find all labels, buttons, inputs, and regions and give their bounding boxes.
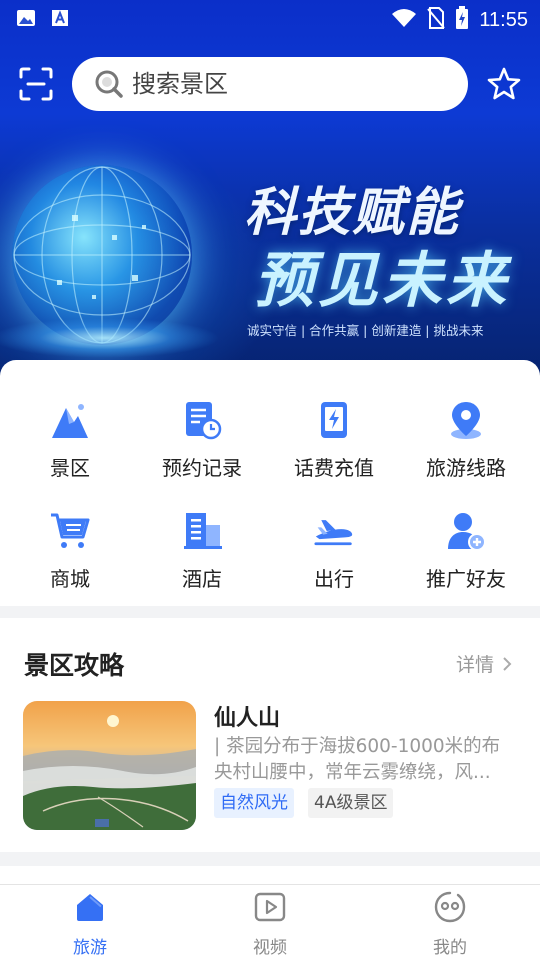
scenic-card-image[interactable] xyxy=(23,701,196,830)
section-divider xyxy=(0,852,540,866)
tag-rating: 4A级景区 xyxy=(308,788,394,818)
hotel-icon xyxy=(182,511,222,551)
profile-face-icon xyxy=(434,891,466,923)
tab-label: 旅游 xyxy=(73,938,107,958)
wifi-icon xyxy=(391,8,417,32)
menu-item-invite[interactable]: 推广好友 xyxy=(401,511,531,611)
tab-video[interactable]: 视频 xyxy=(210,891,330,958)
details-label: 详情 xyxy=(455,654,494,676)
menu-item-mall[interactable]: 商城 xyxy=(5,511,135,611)
globe-halo xyxy=(0,318,220,358)
battery-icon xyxy=(455,6,469,34)
tab-label: 我的 xyxy=(433,938,467,958)
add-friend-icon xyxy=(446,511,486,551)
tab-travel[interactable]: 旅游 xyxy=(30,891,150,958)
tag-nature: 自然风光 xyxy=(214,788,294,818)
next-section-edge xyxy=(0,866,540,886)
booking-record-icon xyxy=(182,400,222,440)
search-bar[interactable] xyxy=(72,57,468,111)
clock: 11:55 xyxy=(479,8,528,31)
scan-button[interactable] xyxy=(18,66,54,102)
search-icon xyxy=(95,70,123,98)
banner-slogan: 预见未来 xyxy=(254,246,510,316)
bottom-tab-bar: 旅游 视频 我的 xyxy=(0,884,540,960)
scenic-name[interactable]: 仙人山 xyxy=(214,700,280,732)
menu-item-booking[interactable]: 预约记录 xyxy=(137,400,267,500)
shopping-cart-icon xyxy=(50,511,90,551)
app-notification-icon xyxy=(50,8,70,28)
home-icon xyxy=(74,891,106,923)
menu-item-travel[interactable]: 出行 xyxy=(269,511,399,611)
tab-profile[interactable]: 我的 xyxy=(390,891,510,958)
menu-item-scenic[interactable]: 景区 xyxy=(5,400,135,500)
menu-item-route[interactable]: 旅游线路 xyxy=(401,400,531,500)
menu-item-recharge[interactable]: 话费充值 xyxy=(269,400,399,500)
phone-recharge-icon xyxy=(314,400,354,440)
favorite-button[interactable] xyxy=(486,66,522,102)
menu-label: 酒店 xyxy=(182,567,222,591)
location-pin-icon xyxy=(446,400,486,440)
menu-label: 旅游线路 xyxy=(426,456,506,480)
menu-label: 景区 xyxy=(50,456,90,480)
menu-label: 出行 xyxy=(314,567,354,591)
banner-subtitle: 诚实守信 | 合作共赢 | 创新建造 | 挑战未来 xyxy=(247,323,484,338)
section-title: 景区攻略 xyxy=(24,651,125,680)
image-notification-icon xyxy=(16,8,36,28)
chevron-right-icon xyxy=(503,656,512,671)
search-input[interactable] xyxy=(132,70,432,98)
mountain-icon xyxy=(50,400,90,440)
scan-icon xyxy=(19,67,53,101)
menu-label: 预约记录 xyxy=(162,456,242,480)
no-sim-icon xyxy=(427,7,446,33)
tab-label: 视频 xyxy=(253,938,287,958)
quick-menu: 景区 预约记录 话费充值 旅游线路 商城 酒店 出行 推广好友 xyxy=(0,360,540,606)
menu-label: 商城 xyxy=(50,567,90,591)
scenic-description: | 茶园分布于海拔600-1000米的布央村山腰中，常年云雾缭绕，风... xyxy=(214,736,501,783)
plane-icon xyxy=(314,511,354,551)
details-link[interactable]: 详情 xyxy=(456,650,512,677)
menu-item-hotel[interactable]: 酒店 xyxy=(137,511,267,611)
video-play-icon xyxy=(254,891,286,923)
scenic-guide-section: 景区攻略 详情 仙人山 | 茶园分布于海拔600-1000米的布央村山腰中，常年… xyxy=(0,618,540,852)
menu-label: 话费充值 xyxy=(294,456,374,480)
star-icon xyxy=(487,67,521,100)
menu-label: 推广好友 xyxy=(426,567,506,591)
status-bar: 11:55 xyxy=(0,0,540,38)
